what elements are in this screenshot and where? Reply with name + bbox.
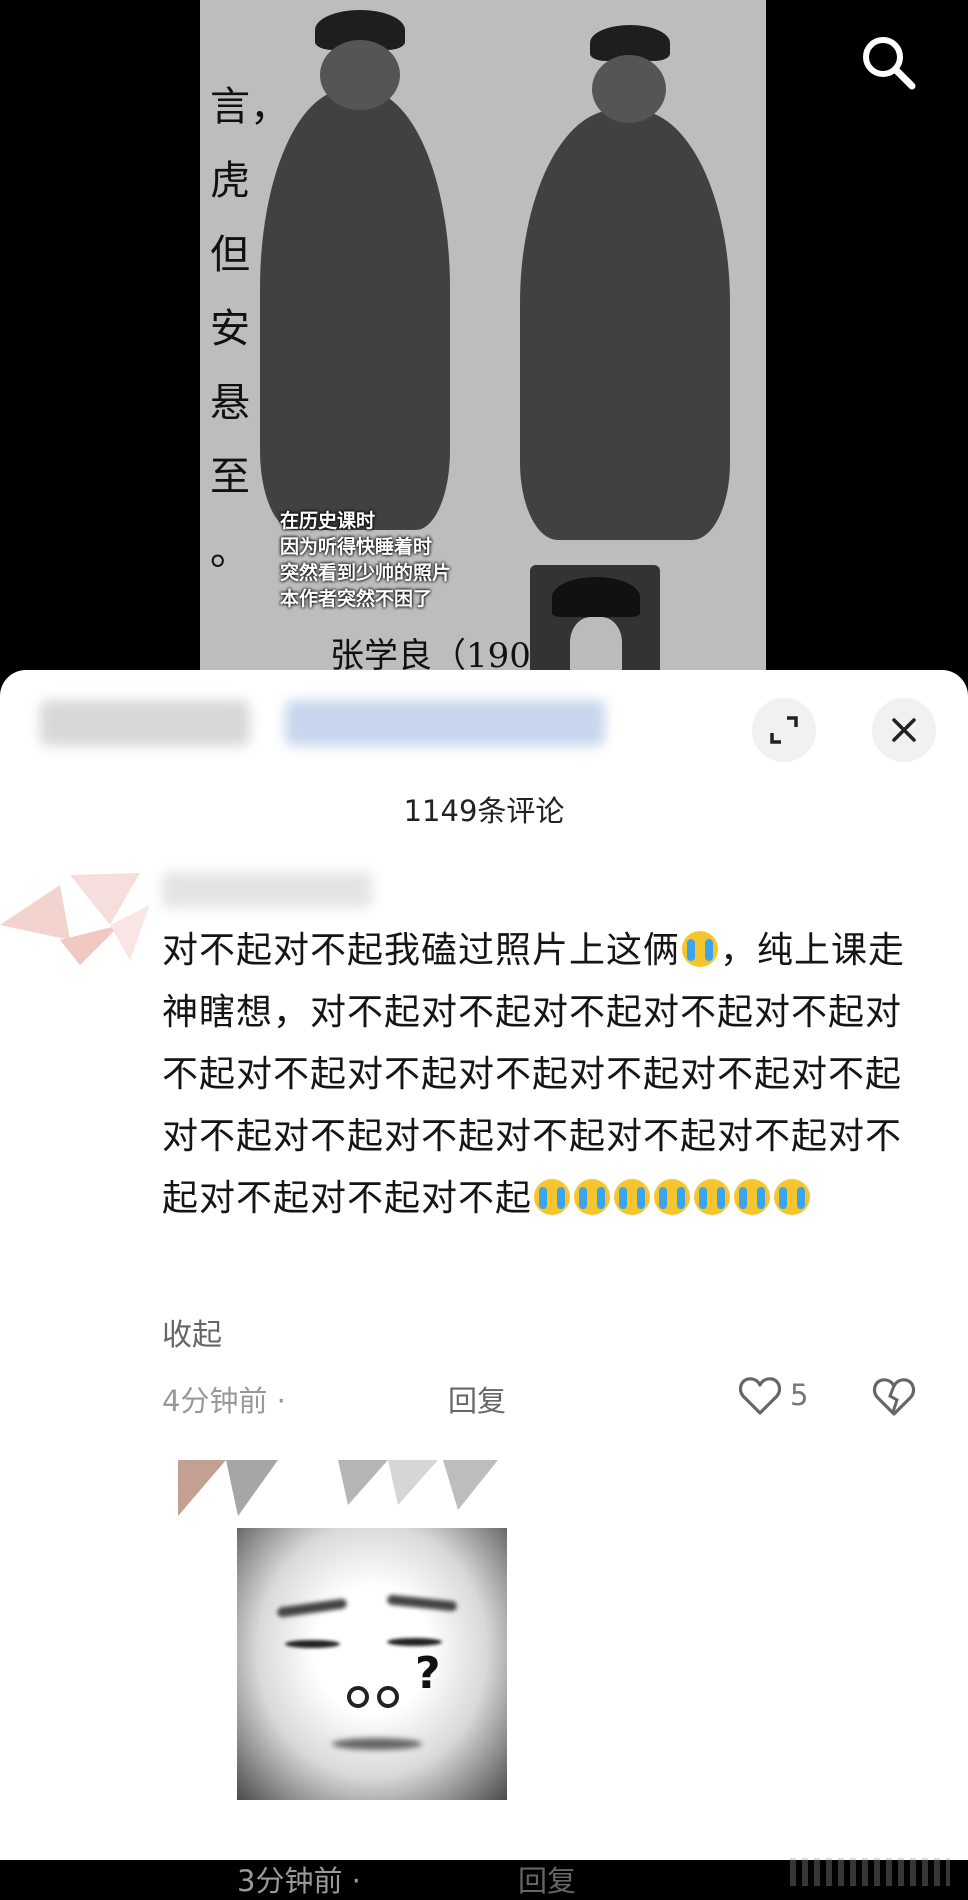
crying-emoji-icon xyxy=(574,1179,611,1215)
photo-head-left xyxy=(320,40,400,110)
blurred-video-title xyxy=(40,700,250,746)
crying-emoji-icon xyxy=(694,1179,731,1215)
crying-emoji-icon xyxy=(682,931,719,967)
reply-button-2[interactable]: 回复 xyxy=(518,1858,576,1900)
sticker-eye-right xyxy=(387,1638,442,1646)
caption-line: 因为听得快睡着时 xyxy=(280,536,433,558)
photo-figure-right xyxy=(520,110,730,540)
page-char: 至 xyxy=(210,454,250,500)
reply-user-header[interactable] xyxy=(178,1460,538,1516)
comment-text-part1: 对不起对不起我磕过照片上这俩 xyxy=(162,930,681,971)
reply-time: 3分钟前 · xyxy=(237,1864,361,1898)
sticker-eye-left xyxy=(285,1640,340,1648)
page-text-column: 言， 虎 但 安 悬 至 。 xyxy=(210,70,290,588)
collapse-link[interactable]: 收起 xyxy=(162,1310,222,1354)
crying-emoji-icon xyxy=(734,1179,771,1215)
close-button[interactable] xyxy=(872,698,936,762)
comment-count: 1149条评论 xyxy=(403,794,565,828)
expand-button[interactable] xyxy=(752,698,816,762)
like-count: 5 xyxy=(790,1378,809,1412)
caption-line: 突然看到少帅的照片 xyxy=(280,562,452,584)
comment-sheet: 1149条评论 对不起对不起我磕过照片上这俩 ，纯上课走神瞎想，对不起对不起对不起… xyxy=(0,670,968,1898)
sticker-background xyxy=(237,1528,507,1800)
inset-portrait xyxy=(530,565,660,680)
broken-heart-icon[interactable] xyxy=(872,1374,916,1418)
page-char: 安 xyxy=(210,306,250,352)
crying-emoji-icon xyxy=(534,1179,571,1215)
video-player[interactable]: 言， 虎 但 安 悬 至 。 在历史课时 因为听得快睡着时 突然看到少帅的照片 … xyxy=(0,0,968,680)
page-char: 虎 xyxy=(210,158,250,204)
sticker-question-mark: ? xyxy=(415,1648,441,1699)
watermark xyxy=(790,1858,950,1886)
trailing-emojis xyxy=(532,1178,812,1219)
heart-icon[interactable] xyxy=(738,1376,782,1416)
page-char: 言， xyxy=(210,84,290,130)
page-char: 。 xyxy=(210,528,250,574)
sticker-mouth xyxy=(332,1738,422,1750)
close-icon xyxy=(892,718,916,742)
expand-icon xyxy=(770,716,798,744)
crying-emoji-icon xyxy=(614,1179,651,1215)
caption-line: 本作者突然不困了 xyxy=(280,588,433,610)
portrait-cap xyxy=(552,577,640,617)
photo-head-right xyxy=(592,55,666,123)
avatar[interactable] xyxy=(0,865,160,970)
sticker-image[interactable]: ? xyxy=(237,1528,507,1800)
blurred-username[interactable] xyxy=(162,872,372,908)
page-char: 悬 xyxy=(210,380,250,426)
sticker-nostril-right xyxy=(377,1686,399,1708)
reply-button[interactable]: 回复 xyxy=(448,1378,506,1420)
photo-figure-left xyxy=(260,90,450,530)
video-caption: 在历史课时 因为听得快睡着时 突然看到少帅的照片 本作者突然不困了 xyxy=(280,508,451,612)
comment-text: 对不起对不起我磕过照片上这俩 ，纯上课走神瞎想，对不起对不起对不起对不起对不起对不… xyxy=(162,920,922,1230)
crying-emoji-icon xyxy=(774,1179,811,1215)
caption-line: 在历史课时 xyxy=(280,510,376,532)
search-icon[interactable] xyxy=(858,32,918,92)
sticker-nostril-left xyxy=(347,1686,369,1708)
page-char: 但 xyxy=(210,232,250,278)
comment-text-part2: ，纯上课走神瞎想，对不起对不起对不起对不起对不起对不起对不起对不起对不起对不起对… xyxy=(162,930,906,1219)
crying-emoji-icon xyxy=(654,1179,691,1215)
blurred-search-link[interactable] xyxy=(285,700,605,746)
comment-time: 4分钟前 · xyxy=(162,1384,286,1418)
